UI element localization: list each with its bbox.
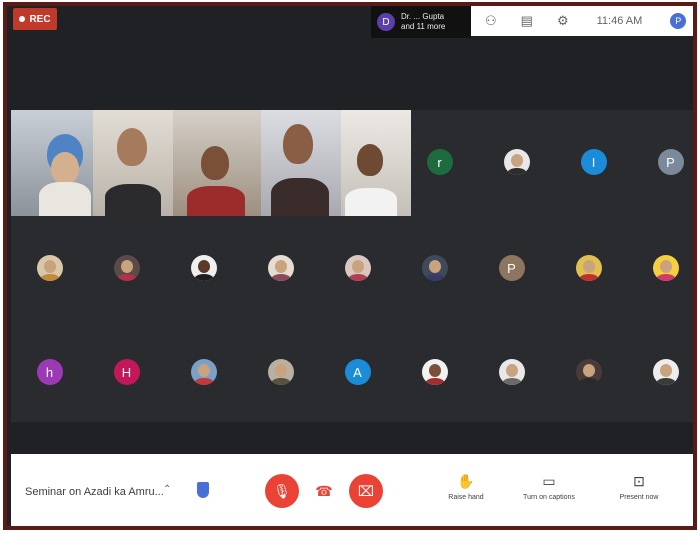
video-tiles bbox=[11, 110, 411, 216]
participant-avatar: r bbox=[426, 149, 453, 175]
participant-avatar: P bbox=[657, 149, 684, 175]
participant-tile[interactable]: H bbox=[88, 320, 165, 424]
participant-tile[interactable] bbox=[627, 216, 693, 320]
participant-tile[interactable] bbox=[396, 320, 473, 424]
meeting-title[interactable]: Seminar on Azadi ka Amru... bbox=[25, 486, 164, 498]
hang-up-icon: ☎ bbox=[315, 482, 333, 499]
raise-hand-label: Raise hand bbox=[448, 494, 484, 501]
shield-icon[interactable] bbox=[197, 482, 209, 498]
people-icon[interactable]: ⚇ bbox=[485, 13, 497, 29]
activities-icon[interactable]: ⚙ bbox=[557, 13, 569, 29]
participant-tile[interactable] bbox=[165, 216, 242, 320]
participant-photo bbox=[503, 149, 530, 175]
record-dot-icon bbox=[19, 16, 26, 22]
notification-line-2: and 11 more bbox=[401, 22, 446, 31]
participant-photo bbox=[421, 255, 448, 281]
leave-call-button[interactable]: ☎ bbox=[307, 474, 341, 508]
participant-tile[interactable]: A bbox=[319, 320, 396, 424]
participant-tile[interactable] bbox=[242, 320, 319, 424]
participant-tile[interactable] bbox=[319, 216, 396, 320]
captions-icon: ▭ bbox=[542, 473, 556, 489]
mic-off-icon: 🎙 bbox=[273, 482, 291, 499]
participant-tile[interactable] bbox=[478, 110, 555, 214]
video-tile[interactable] bbox=[261, 110, 341, 216]
participant-tile[interactable] bbox=[165, 320, 242, 424]
participant-tile[interactable] bbox=[550, 216, 627, 320]
chat-icon[interactable]: ▤ bbox=[521, 13, 533, 29]
participant-photo bbox=[190, 359, 217, 385]
notification-text: Dr. ... Gupta and 11 more bbox=[401, 12, 445, 32]
participant-photo bbox=[575, 255, 602, 281]
notification-avatar: D bbox=[377, 13, 395, 31]
participant-tile[interactable]: P bbox=[632, 110, 693, 214]
captions-button[interactable]: ▭ Turn on captions bbox=[511, 472, 587, 501]
recording-badge: REC bbox=[13, 8, 57, 30]
participant-photo bbox=[652, 255, 679, 281]
chevron-up-icon[interactable]: ⌃ bbox=[163, 484, 171, 495]
participant-avatar: P bbox=[498, 255, 525, 281]
grid-footer-gap bbox=[11, 422, 693, 454]
participant-tile[interactable]: P bbox=[473, 216, 550, 320]
notification-line-1: Dr. ... Gupta bbox=[401, 12, 445, 21]
participant-tile[interactable]: r bbox=[401, 110, 478, 214]
meeting-window: REC D Dr. ... Gupta and 11 more ⚇ ▤ ⚙ 11… bbox=[3, 2, 697, 530]
participant-tile[interactable] bbox=[242, 216, 319, 320]
participant-avatar: h bbox=[36, 359, 63, 385]
participant-photo bbox=[498, 359, 525, 385]
participant-photo bbox=[421, 359, 448, 385]
clock-time: 11:46 AM bbox=[596, 15, 643, 27]
bottom-control-bar: Seminar on Azadi ka Amru... ⌃ 🎙 ☎ ⌧ ✋ Ra… bbox=[11, 454, 693, 526]
participant-photo bbox=[652, 359, 679, 385]
raise-hand-button[interactable]: ✋ Raise hand bbox=[441, 472, 491, 501]
captions-label: Turn on captions bbox=[523, 494, 575, 501]
video-tile[interactable] bbox=[173, 110, 261, 216]
video-tile[interactable] bbox=[11, 110, 93, 216]
participant-tile[interactable]: I bbox=[555, 110, 632, 214]
video-tile[interactable] bbox=[93, 110, 173, 216]
camera-off-icon: ⌧ bbox=[357, 482, 375, 499]
participant-photo bbox=[190, 255, 217, 281]
participant-tile[interactable] bbox=[627, 320, 693, 424]
participant-photo bbox=[113, 255, 140, 281]
top-bar: ⚇ ▤ ⚙ 11:46 AM P bbox=[471, 6, 693, 36]
participant-tile[interactable] bbox=[396, 216, 473, 320]
participant-photo bbox=[267, 255, 294, 281]
participant-photo bbox=[344, 255, 371, 281]
present-now-button[interactable]: ⊡ Present now bbox=[607, 472, 671, 501]
participant-avatar: A bbox=[344, 359, 371, 385]
participant-photo bbox=[575, 359, 602, 385]
present-label: Present now bbox=[619, 494, 659, 501]
more-options-icon[interactable]: ⋮ bbox=[691, 482, 693, 499]
participant-tile[interactable]: h bbox=[11, 320, 88, 424]
hand-icon: ✋ bbox=[457, 473, 475, 489]
mic-toggle-button[interactable]: 🎙 bbox=[265, 474, 299, 508]
user-avatar[interactable]: P bbox=[670, 13, 687, 29]
present-icon: ⊡ bbox=[633, 473, 645, 489]
participant-tile[interactable] bbox=[550, 320, 627, 424]
camera-toggle-button[interactable]: ⌧ bbox=[349, 474, 383, 508]
participant-tile[interactable] bbox=[11, 216, 88, 320]
participant-photo bbox=[267, 359, 294, 385]
participant-tile[interactable] bbox=[88, 216, 165, 320]
participant-photo bbox=[36, 255, 63, 281]
participant-avatar: I bbox=[580, 149, 607, 175]
recording-label: REC bbox=[29, 13, 51, 25]
participant-avatar: H bbox=[113, 359, 140, 385]
participant-tile[interactable] bbox=[473, 320, 550, 424]
join-notification[interactable]: D Dr. ... Gupta and 11 more bbox=[371, 6, 471, 38]
